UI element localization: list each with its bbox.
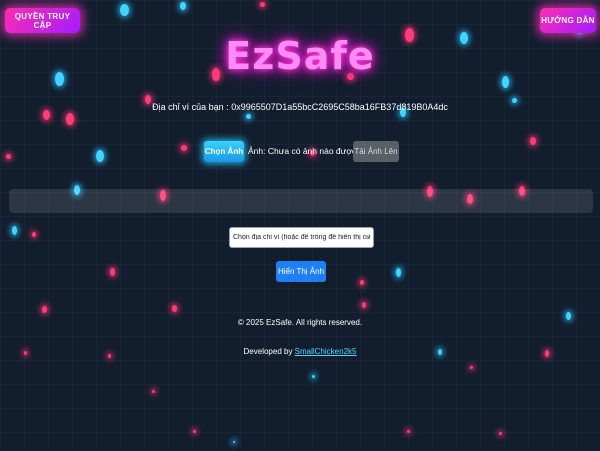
glow-particle bbox=[470, 366, 473, 369]
grid-line bbox=[0, 168, 600, 169]
show-images-button[interactable]: Hiển Thị Ảnh bbox=[276, 261, 326, 282]
glow-particle bbox=[180, 2, 186, 10]
glow-particle bbox=[499, 432, 502, 435]
grid-line bbox=[0, 0, 600, 1]
grid-line bbox=[0, 120, 600, 121]
grid-line bbox=[0, 432, 600, 433]
glow-particle bbox=[396, 268, 401, 277]
developer-credit: Developed by SmallChicken2k5 bbox=[0, 347, 600, 356]
glow-particle bbox=[66, 113, 74, 125]
grid-line bbox=[0, 288, 600, 289]
upload-image-button[interactable]: Tải Ảnh Lên bbox=[353, 141, 399, 162]
glow-particle bbox=[32, 232, 36, 237]
app-logo: EzSafe bbox=[225, 34, 375, 78]
grid-line bbox=[0, 360, 600, 361]
grid-line bbox=[0, 384, 600, 385]
glow-particle bbox=[172, 305, 177, 312]
image-gallery-area bbox=[9, 189, 593, 213]
glow-particle bbox=[360, 280, 364, 285]
wallet-address-select[interactable]: Chọn địa chỉ ví (hoặc để trống để hiển t… bbox=[229, 227, 374, 248]
glow-particle bbox=[193, 430, 196, 433]
wallet-address-value: 0x9965507D1a55bcC2695C58ba16FB37d819B0A4… bbox=[231, 102, 448, 112]
glow-particle bbox=[362, 302, 366, 308]
grid-line bbox=[0, 24, 600, 25]
grid-line bbox=[0, 408, 600, 409]
glow-particle bbox=[260, 2, 265, 7]
glow-particle bbox=[152, 390, 155, 393]
developer-link[interactable]: SmallChicken2k5 bbox=[295, 347, 357, 356]
grid-line bbox=[0, 216, 600, 217]
glow-particle bbox=[42, 306, 47, 313]
guide-button[interactable]: HƯỚNG DẪN bbox=[540, 8, 596, 33]
access-rights-button[interactable]: QUYỀN TRUY CẬP bbox=[5, 8, 80, 33]
wallet-address-line: Địa chỉ ví của bạn : 0x9965507D1a55bcC26… bbox=[0, 102, 600, 112]
glow-particle bbox=[110, 268, 115, 276]
glow-particle bbox=[407, 430, 410, 433]
copyright-text: © 2025 EzSafe. All rights reserved. bbox=[237, 318, 363, 327]
grid-line bbox=[0, 336, 600, 337]
grid-line bbox=[0, 96, 600, 97]
glow-particle bbox=[120, 4, 129, 16]
choose-image-button[interactable]: Chọn Ảnh bbox=[204, 141, 244, 162]
glow-particle bbox=[233, 441, 235, 443]
glow-particle bbox=[12, 226, 17, 235]
glow-particle bbox=[312, 375, 315, 378]
wallet-address-label: Địa chỉ ví của bạn : bbox=[152, 102, 229, 112]
developer-credit-prefix: Developed by bbox=[243, 347, 293, 356]
grid-line bbox=[0, 312, 600, 313]
glow-particle bbox=[246, 114, 251, 119]
upload-row: Chọn Ảnh Ảnh: Chưa có ảnh nào được chọn … bbox=[0, 141, 600, 162]
